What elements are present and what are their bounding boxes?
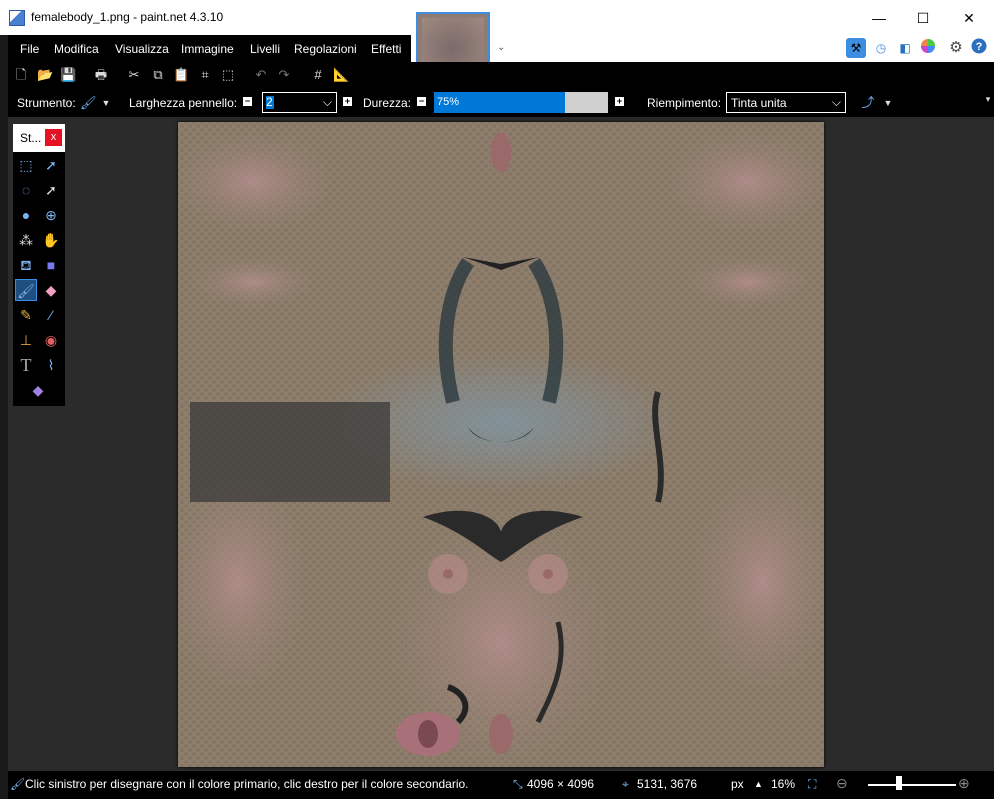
crop-icon[interactable]: ⌗ xyxy=(197,67,213,83)
main-toolbar: 🗋 📂 💾 🖶 ✂ ⧉ 📋 ⌗ ⬚ ↶ ↷ # 📐 xyxy=(8,62,994,89)
hardness-value: 75% xyxy=(437,96,460,108)
shapes-icon[interactable]: ◆ xyxy=(27,379,49,401)
pencil-icon[interactable]: ✎ xyxy=(15,304,37,326)
grid-icon[interactable]: # xyxy=(310,67,326,83)
recolor-icon[interactable]: ◉ xyxy=(40,329,62,351)
zoom-value[interactable]: 16% xyxy=(771,777,795,791)
menu-file[interactable]: File xyxy=(20,42,39,56)
brush-width-value[interactable]: 2 xyxy=(266,96,274,109)
tool-dropdown-chevron-icon[interactable]: ▼ xyxy=(98,95,114,111)
tools-toggle-icon[interactable]: ⚒ xyxy=(846,38,866,58)
menu-regolazioni[interactable]: Regolazioni xyxy=(294,42,357,56)
status-hint: Clic sinistro per disegnare con il color… xyxy=(25,777,469,791)
pan-hand-icon[interactable]: ✋ xyxy=(40,229,62,251)
rectangle-select-icon[interactable]: ⬚ xyxy=(15,154,37,176)
minimize-button[interactable]: — xyxy=(856,4,902,32)
undo-icon[interactable]: ↶ xyxy=(253,67,269,83)
line-curve-icon[interactable]: ⌇ xyxy=(40,354,62,376)
brush-width-increase-button[interactable]: + xyxy=(343,97,352,106)
menu-immagine[interactable]: Immagine xyxy=(181,42,234,56)
zoom-in-icon[interactable]: ⊕ xyxy=(958,775,970,792)
lasso-select-icon[interactable]: ◌ xyxy=(15,179,37,201)
antialiasing-icon[interactable]: ⤴ xyxy=(860,95,876,111)
menu-livelli[interactable]: Livelli xyxy=(250,42,280,56)
hardness-label: Durezza: xyxy=(363,96,412,110)
hardness-increase-button[interactable]: + xyxy=(615,97,624,106)
body-texture-image xyxy=(178,122,824,767)
fill-mode-value: Tinta unita xyxy=(731,96,787,110)
help-icon[interactable]: ? xyxy=(969,38,989,58)
copy-icon[interactable]: ⧉ xyxy=(150,67,166,83)
title-bar: femalebody_1.png - paint.net 4.3.10 — ☐ … xyxy=(0,0,994,35)
ellipse-select-icon[interactable]: ● xyxy=(15,204,37,226)
text-tool-icon[interactable]: T xyxy=(15,354,37,376)
zoom-slider-thumb[interactable] xyxy=(895,776,902,790)
deselect-icon[interactable]: ⬚ xyxy=(220,67,236,83)
menu-modifica[interactable]: Modifica xyxy=(54,42,99,56)
image-list-chevron-icon[interactable]: ⌄ xyxy=(497,42,505,53)
paint-bucket-icon[interactable]: ⛾ xyxy=(15,254,37,276)
tools-window-header: St... x xyxy=(13,124,65,152)
close-window-button[interactable]: ✕ xyxy=(946,4,992,32)
cursor-position-icon: ⌖ xyxy=(622,777,629,791)
redo-icon[interactable]: ↷ xyxy=(276,67,292,83)
hardness-decrease-button[interactable]: − xyxy=(417,97,426,106)
move-selection-icon[interactable]: ➚ xyxy=(40,179,62,201)
zoom-to-window-icon[interactable]: ⛶ xyxy=(808,777,816,792)
svg-text:?: ? xyxy=(976,41,983,53)
paintbrush-tool-icon[interactable]: 🖌 xyxy=(80,95,97,111)
magic-wand-icon[interactable]: ⁂ xyxy=(15,229,37,251)
settings-gear-icon[interactable]: ⚙ xyxy=(946,38,966,58)
menu-effetti[interactable]: Effetti xyxy=(371,42,401,56)
clone-stamp-icon[interactable]: ⊥ xyxy=(15,329,37,351)
new-document-icon[interactable]: 🗋 xyxy=(13,67,29,83)
antialiasing-chevron-icon[interactable]: ▼ xyxy=(880,95,896,111)
hardness-slider[interactable]: 75% xyxy=(434,92,608,113)
chevron-down-icon[interactable]: ⌵ xyxy=(323,95,332,110)
tools-window: St... x ⬚ ➚ ◌ ➚ ● ⊕ ⁂ ✋ ⛾ ■ 🖌 ◆ ✎ ⁄ ⊥ ◉ … xyxy=(13,124,65,406)
zoom-out-icon[interactable]: ⊖ xyxy=(836,775,848,792)
brush-width-combobox[interactable]: 2 ⌵ xyxy=(262,92,337,113)
status-bar: 🖌 Clic sinistro per disegnare con il col… xyxy=(8,771,994,799)
brush-width-label: Larghezza pennello: xyxy=(129,96,238,110)
paintbrush-icon[interactable]: 🖌 xyxy=(15,279,37,301)
cut-icon[interactable]: ✂ xyxy=(126,67,142,83)
menu-visualizza[interactable]: Visualizza xyxy=(115,42,169,56)
tools-window-close-button[interactable]: x xyxy=(45,129,62,146)
gradient-icon[interactable]: ■ xyxy=(40,254,62,276)
maximize-button[interactable]: ☐ xyxy=(900,4,946,32)
tool-label: Strumento: xyxy=(17,96,76,110)
chevron-down-icon[interactable]: ⌵ xyxy=(832,95,841,110)
open-icon[interactable]: 📂 xyxy=(37,67,53,83)
fill-label: Riempimento: xyxy=(647,96,722,110)
fill-mode-select[interactable]: Tinta unita ⌵ xyxy=(726,92,846,113)
colors-icon[interactable] xyxy=(918,38,938,58)
zoom-slider[interactable] xyxy=(868,784,956,786)
status-brush-icon: 🖌 xyxy=(10,777,26,791)
paste-icon[interactable]: 📋 xyxy=(173,67,189,83)
brush-width-decrease-button[interactable]: − xyxy=(243,97,252,106)
units-chevron-icon[interactable]: ▲ xyxy=(754,779,763,789)
save-icon[interactable]: 💾 xyxy=(60,67,76,83)
tools-window-title: St... xyxy=(20,131,42,145)
window-left-edge xyxy=(0,35,8,799)
window-title: femalebody_1.png - paint.net 4.3.10 xyxy=(31,10,224,24)
image-size-icon: ⤡ xyxy=(513,777,523,791)
units-selector[interactable]: px xyxy=(731,777,744,791)
history-icon[interactable]: ◷ xyxy=(871,38,891,58)
color-picker-icon[interactable]: ⁄ xyxy=(40,304,62,326)
print-icon[interactable]: 🖶 xyxy=(93,67,109,83)
paintnet-app-icon xyxy=(9,10,25,26)
cursor-position: 5131, 3676 xyxy=(637,777,698,791)
image-canvas[interactable] xyxy=(178,122,824,767)
tool-options-bar: Strumento: 🖌 ▼ Larghezza pennello: − 2 ⌵… xyxy=(8,89,994,117)
eraser-icon[interactable]: ◆ xyxy=(40,279,62,301)
image-size: 4096 × 4096 xyxy=(527,777,595,791)
move-selected-pixels-icon[interactable]: ➚ xyxy=(40,154,62,176)
ruler-icon[interactable]: 📐 xyxy=(333,67,349,83)
menu-bar: File Modifica Visualizza Immagine Livell… xyxy=(8,35,411,62)
layers-icon[interactable]: ◧ xyxy=(895,38,915,58)
toolbar-overflow-icon[interactable]: ▾ xyxy=(980,91,994,107)
zoom-icon[interactable]: ⊕ xyxy=(40,204,62,226)
